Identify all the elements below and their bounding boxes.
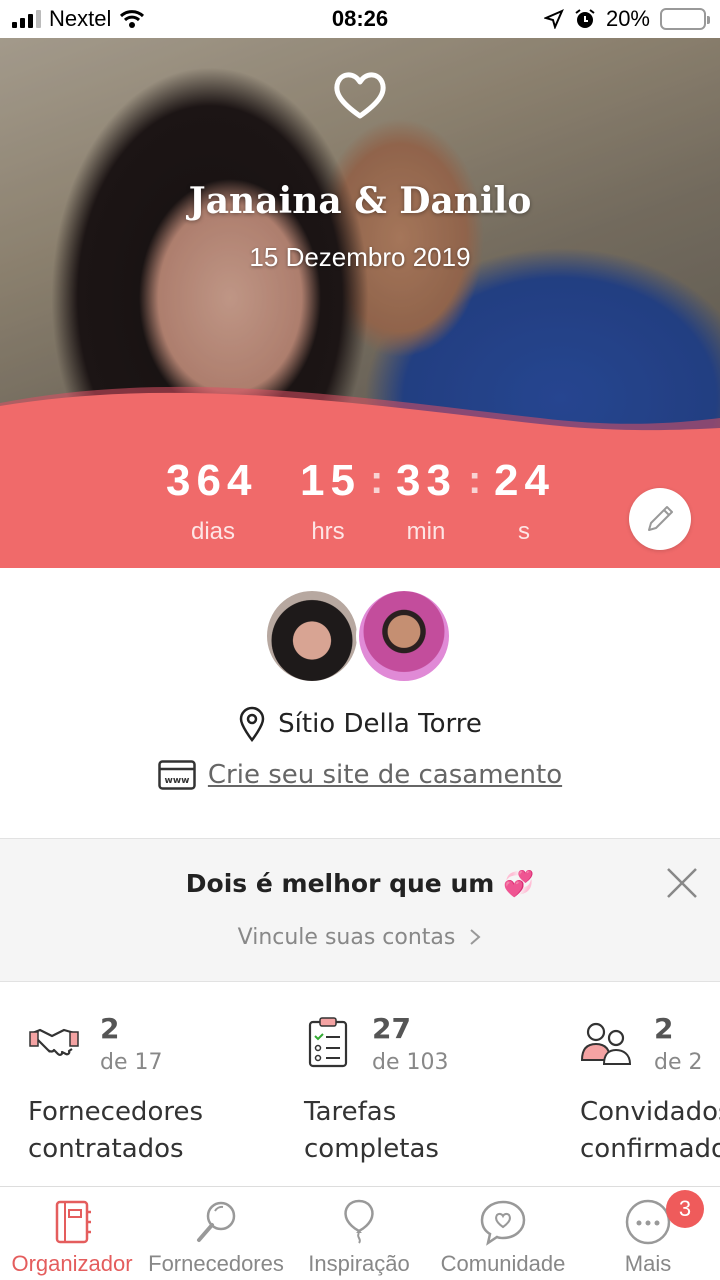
notebook-icon [55, 1200, 91, 1244]
stat-total: de 2 [654, 1050, 703, 1075]
status-bar: Nextel 08:26 20% [0, 0, 720, 38]
carrier-name: Nextel [49, 6, 112, 31]
guests-icon [580, 1022, 632, 1065]
tab-label: Inspiração [308, 1251, 410, 1276]
chevron-right-icon [470, 929, 481, 945]
avatar[interactable] [356, 588, 452, 684]
link-accounts-label: Vincule suas contas [237, 925, 456, 950]
countdown-minutes: 33 [396, 456, 457, 505]
tab-label: Fornecedores [148, 1251, 284, 1276]
stat-label-line: Fornecedores [28, 1097, 204, 1127]
tab-community[interactable]: Comunidade [436, 1187, 570, 1280]
link-accounts-button[interactable]: Vincule suas contas [0, 925, 720, 950]
create-website-link[interactable]: Crie seu site de casamento [208, 760, 562, 790]
heart-logo-icon [334, 72, 386, 119]
status-left: Nextel [12, 6, 145, 32]
wedding-date: 15 Dezembro 2019 [249, 242, 471, 272]
stat-value: 2 [100, 1012, 120, 1045]
location-arrow-icon [543, 9, 564, 29]
tab-inspiration[interactable]: Inspiração [302, 1187, 416, 1280]
location-pin-icon [239, 706, 265, 742]
couple-header: Janaina & Danilo 15 Dezembro 2019 364 15… [0, 38, 720, 568]
avatar[interactable] [264, 588, 360, 684]
website-row[interactable]: www Crie seu site de casamento [0, 760, 720, 790]
venue-row[interactable]: Sítio Della Torre [0, 706, 720, 742]
stat-value: 2 [654, 1012, 674, 1045]
promo-title: Dois é melhor que um [185, 869, 495, 898]
stat-label: Fornecedores contratados [28, 1094, 203, 1168]
link-accounts-banner: Dois é melhor que um 💞 Vincule suas cont… [0, 838, 720, 982]
venue-name: Sítio Della Torre [278, 709, 482, 739]
close-icon[interactable] [664, 865, 700, 901]
countdown-separator: : [370, 458, 384, 502]
stat-label: Tarefas completas [304, 1094, 439, 1168]
stat-label-line: Tarefas [304, 1097, 397, 1127]
pencil-icon [648, 506, 673, 531]
countdown-seconds-label: s [518, 518, 530, 545]
stat-label-line: contratados [28, 1134, 184, 1164]
checklist-icon [308, 1017, 348, 1068]
tab-label: Comunidade [440, 1251, 566, 1276]
notification-badge: 3 [666, 1190, 704, 1228]
stat-label: Convidados confirmados [580, 1094, 720, 1168]
countdown-days-label: dias [190, 518, 236, 545]
couple-names: Janaina & Danilo [188, 180, 532, 222]
couple-avatars [264, 588, 452, 684]
tab-label: Mais [624, 1251, 672, 1276]
tab-label: Organizador [11, 1251, 133, 1276]
stat-total: de 17 [100, 1050, 163, 1075]
website-icon: www [158, 760, 196, 790]
wifi-icon [120, 10, 145, 28]
tab-suppliers[interactable]: Fornecedores [148, 1187, 284, 1280]
edit-button[interactable] [629, 488, 691, 550]
handshake-icon [29, 1028, 79, 1056]
balloon-icon [344, 1199, 374, 1244]
stat-total: de 103 [372, 1050, 449, 1075]
bottom-tab-bar: Organizador Fornecedores Inspiração Comu… [0, 1186, 720, 1280]
promo-title-row: Dois é melhor que um 💞 [0, 869, 720, 899]
signal-icon [12, 10, 41, 28]
countdown-separator: : [468, 458, 482, 502]
alarm-icon [575, 9, 595, 28]
status-right: 20% [543, 6, 710, 32]
chat-heart-icon [480, 1200, 526, 1246]
stat-value: 27 [372, 1012, 411, 1045]
hearts-emoji: 💞 [503, 869, 535, 898]
svg-text:www: www [164, 776, 189, 786]
tab-organizer[interactable]: Organizador [8, 1187, 136, 1280]
countdown-hours-label: hrs [311, 518, 345, 545]
countdown-days: 364 [166, 456, 258, 505]
countdown-minutes-label: min [406, 518, 446, 545]
countdown-seconds: 24 [494, 456, 555, 505]
countdown-hours: 15 [300, 456, 361, 505]
battery-percent: 20% [605, 6, 650, 31]
stat-label-line: completas [304, 1134, 439, 1164]
battery-icon [660, 8, 710, 30]
stat-label-line: confirmados [580, 1134, 720, 1164]
magnifier-icon [197, 1201, 236, 1242]
countdown: 364 15 : 33 : 24 dias hrs min s [0, 452, 720, 562]
stat-label-line: Convidados [580, 1097, 720, 1127]
